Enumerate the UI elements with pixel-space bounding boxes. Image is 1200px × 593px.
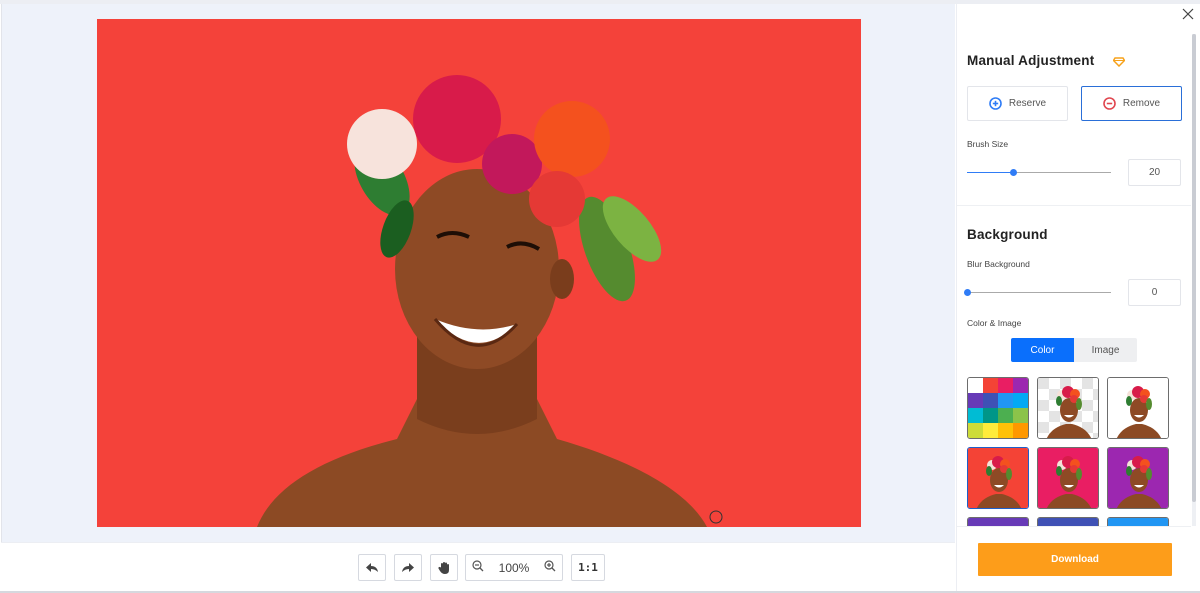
section-divider (957, 205, 1191, 206)
download-area: Download (957, 526, 1191, 591)
actual-size-label: 1:1 (578, 561, 598, 574)
background-preset-white[interactable] (1107, 377, 1169, 439)
settings-panel: Manual Adjustment Reserve Remove Brush S… (956, 4, 1200, 591)
color-swatch[interactable] (983, 408, 998, 423)
color-palette (968, 378, 1028, 438)
color-swatch[interactable] (998, 393, 1013, 408)
color-swatch[interactable] (1013, 393, 1028, 408)
undo-icon (365, 562, 379, 574)
preset-preview-image (968, 448, 1028, 508)
color-swatch[interactable] (983, 378, 998, 393)
redo-button[interactable] (394, 554, 422, 581)
color-swatch[interactable] (968, 408, 983, 423)
background-preset-transparent[interactable] (1037, 377, 1099, 439)
color-swatch[interactable] (1013, 378, 1028, 393)
minus-circle-icon (1103, 97, 1116, 110)
scrollbar-thumb[interactable] (1192, 34, 1196, 502)
color-swatch[interactable] (998, 423, 1013, 438)
color-swatch[interactable] (998, 408, 1013, 423)
actual-size-button[interactable]: 1:1 (571, 554, 605, 581)
reserve-label: Reserve (1008, 98, 1047, 109)
blur-background-slider[interactable] (964, 288, 1111, 298)
flower-orange (534, 101, 610, 177)
slider-handle[interactable] (964, 289, 971, 296)
color-swatch[interactable] (1013, 423, 1028, 438)
color-swatch[interactable] (983, 393, 998, 408)
undo-button[interactable] (358, 554, 386, 581)
redo-icon (401, 562, 415, 574)
color-swatch[interactable] (983, 423, 998, 438)
color-swatch[interactable] (968, 393, 983, 408)
color-swatch[interactable] (1013, 408, 1028, 423)
zoom-in-icon[interactable] (544, 559, 556, 577)
background-presets-grid (967, 377, 1173, 527)
blur-background-input[interactable]: 0 (1128, 279, 1181, 306)
brush-size-slider[interactable] (967, 168, 1111, 178)
slider-track (967, 292, 1111, 293)
plus-circle-icon (989, 97, 1002, 110)
flower-white (347, 109, 417, 179)
brush-size-label: Brush Size (967, 139, 1009, 149)
remove-button[interactable]: Remove (1081, 86, 1182, 121)
background-preset-purple[interactable] (1107, 447, 1169, 509)
manual-adjustment-title: Manual Adjustment (967, 53, 1095, 68)
close-icon[interactable] (1182, 7, 1196, 21)
pan-button[interactable] (430, 554, 458, 581)
color-swatch[interactable] (998, 378, 1013, 393)
slider-handle[interactable] (1010, 169, 1018, 176)
background-preset-pink[interactable] (1037, 447, 1099, 509)
slider-fill (967, 172, 1014, 173)
reserve-button[interactable]: Reserve (967, 86, 1068, 121)
background-remover-app: 100% 1:1 Manual Adjustment Reserve Remov… (0, 0, 1200, 591)
canvas-area (1, 4, 955, 542)
background-preset-palette[interactable] (967, 377, 1029, 439)
preset-preview-image (1108, 448, 1168, 508)
download-button[interactable]: Download (978, 543, 1172, 576)
preset-preview-image (1038, 448, 1098, 508)
portrait-image (97, 19, 861, 527)
flower-red (529, 171, 585, 227)
tab-color[interactable]: Color (1011, 338, 1074, 362)
color-swatch[interactable] (968, 378, 983, 393)
color-image-tabs: Color Image (1011, 338, 1137, 362)
color-swatch[interactable] (968, 423, 983, 438)
remove-label: Remove (1122, 98, 1161, 109)
background-title: Background (967, 227, 1048, 242)
hand-icon (437, 561, 451, 575)
edit-canvas[interactable] (97, 19, 861, 527)
zoom-level: 100% (498, 560, 530, 575)
brush-size-input[interactable]: 20 (1128, 159, 1181, 186)
color-image-label: Color & Image (967, 318, 1022, 328)
diamond-icon (1112, 54, 1126, 68)
preset-preview-image (1038, 378, 1098, 438)
preset-preview-image (1108, 378, 1168, 438)
zoom-out-icon[interactable] (472, 559, 484, 577)
ear-shape (550, 259, 574, 299)
tab-image[interactable]: Image (1074, 338, 1137, 362)
background-preset-red[interactable] (967, 447, 1029, 509)
bottom-toolbar: 100% 1:1 (1, 542, 955, 591)
blur-background-label: Blur Background (967, 259, 1030, 269)
zoom-control: 100% (465, 554, 563, 581)
